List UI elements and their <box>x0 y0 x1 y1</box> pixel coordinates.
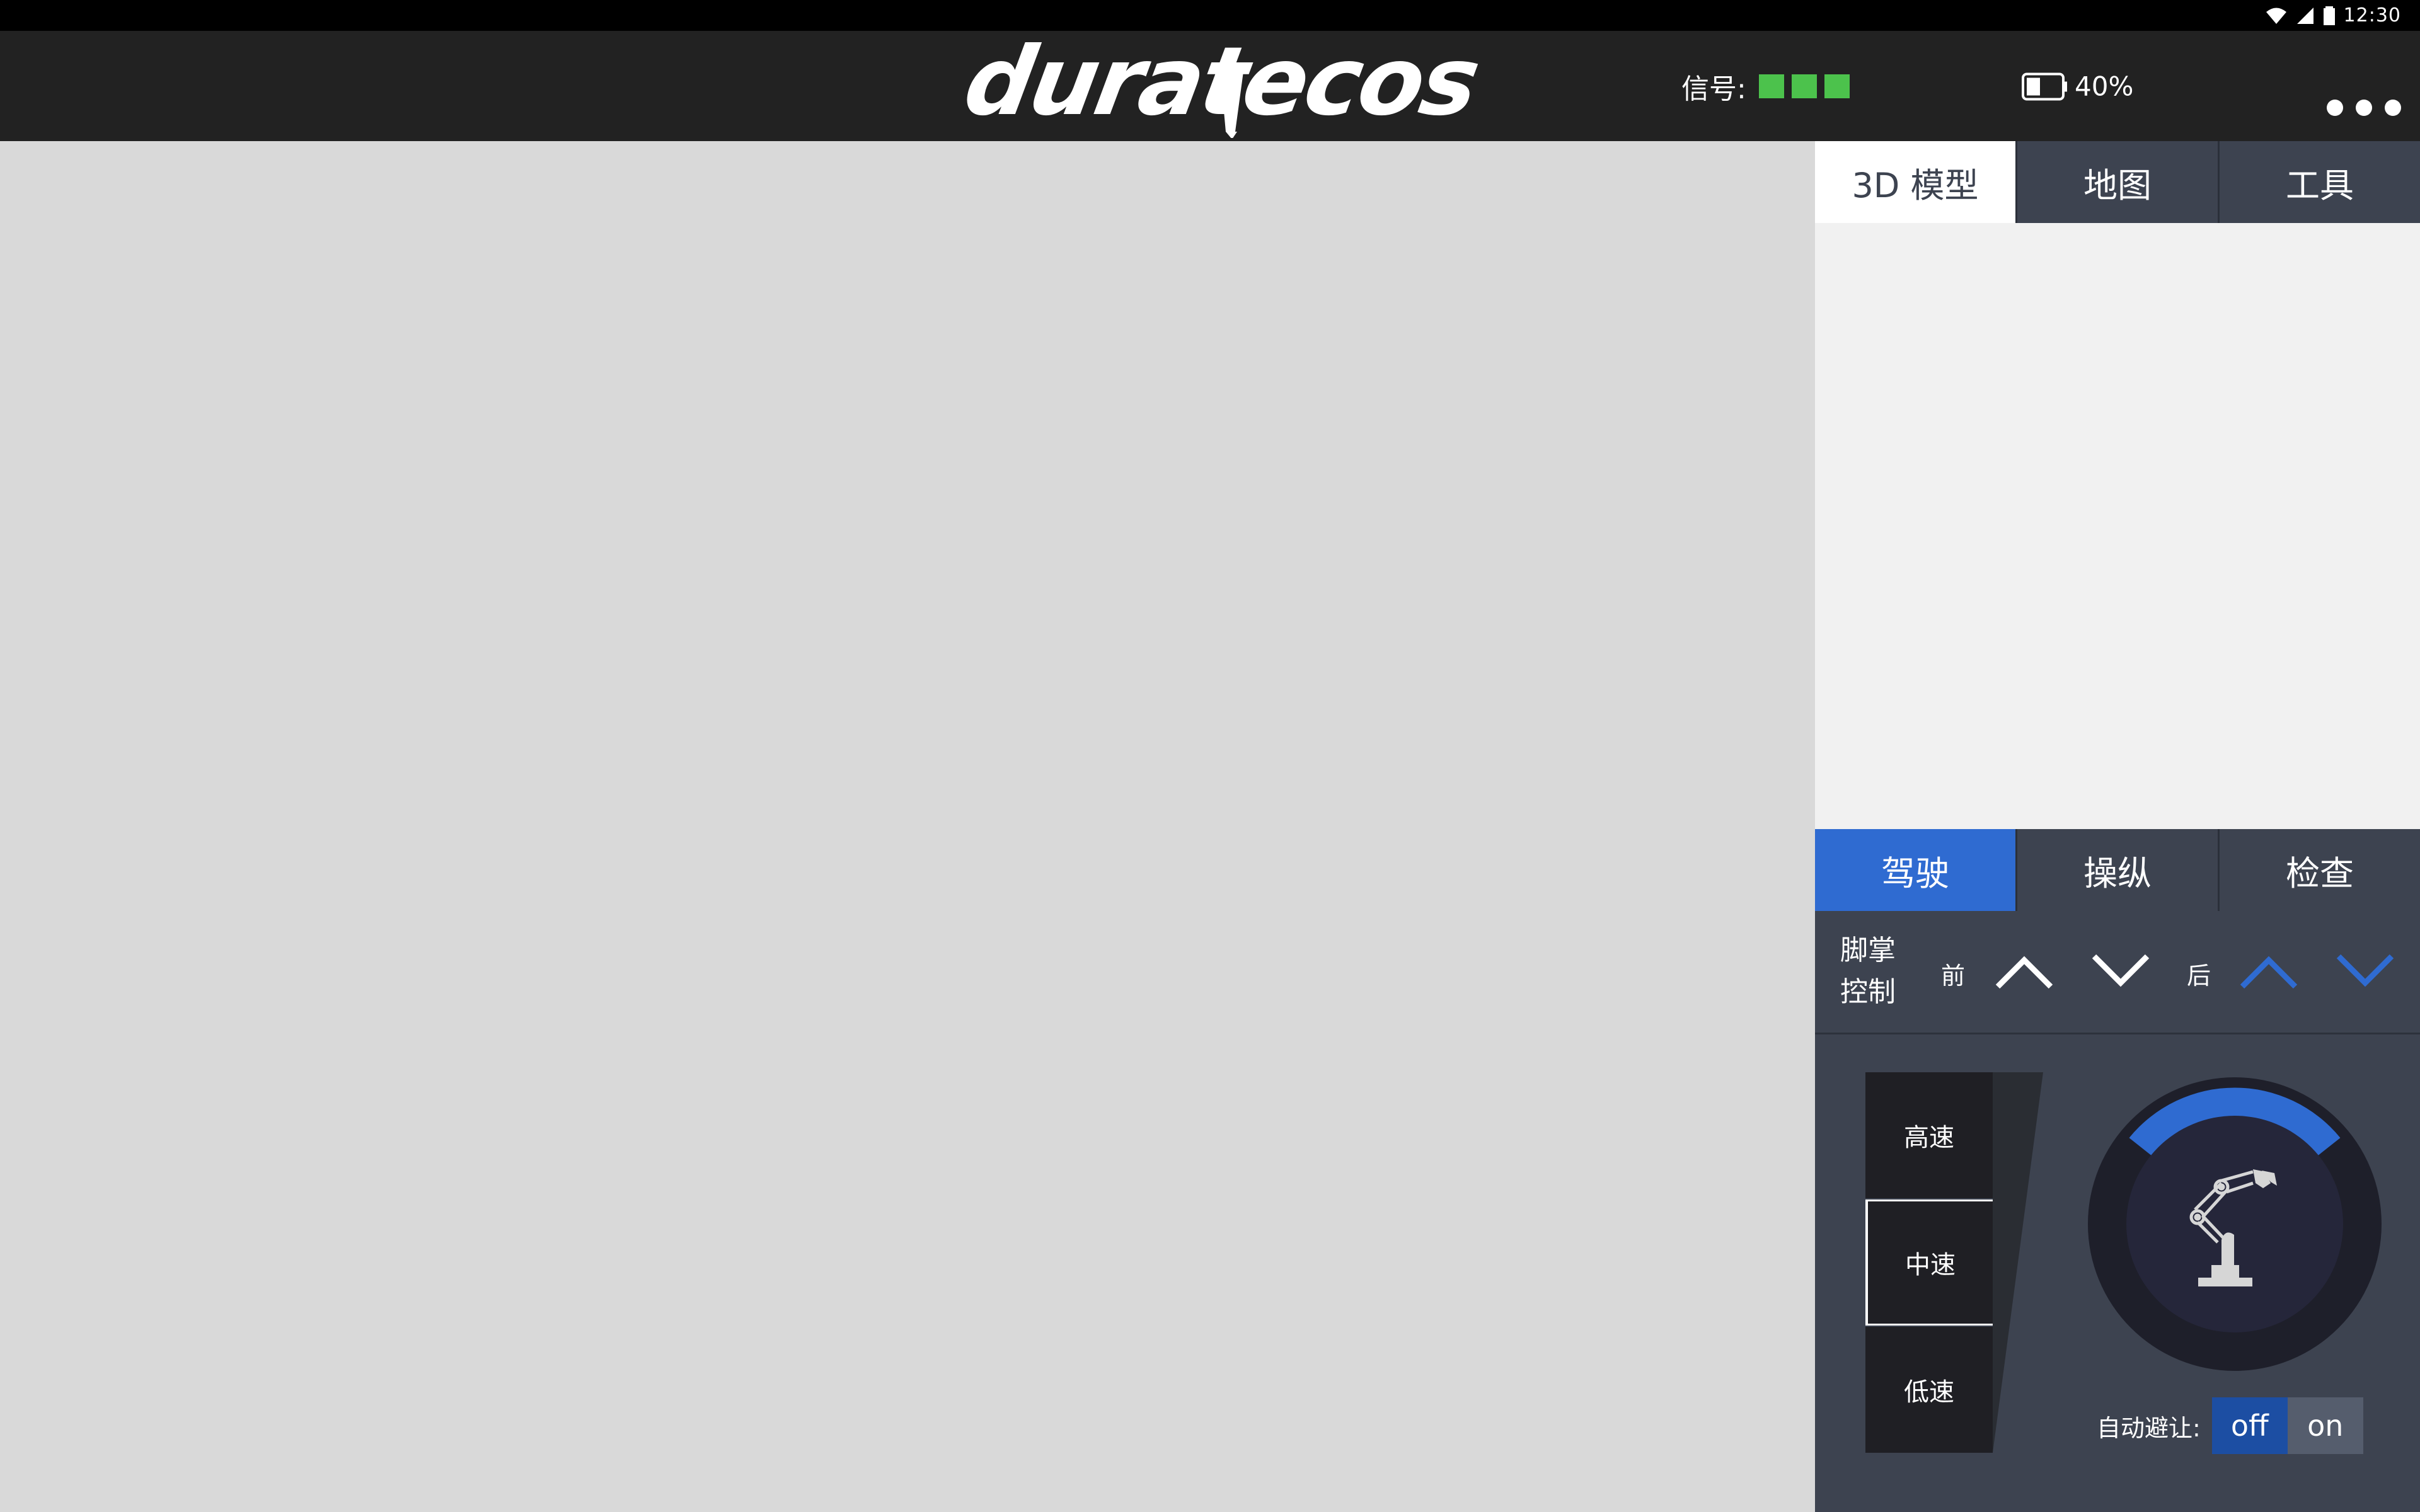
signal-bar-3 <box>1824 74 1850 98</box>
auto-avoid-off-option[interactable]: off <box>2211 1397 2288 1454</box>
speed-low-button[interactable]: 低速 <box>1865 1327 1993 1453</box>
duratecos-logo: duratecos <box>957 37 1484 138</box>
tab-manipulate[interactable]: 操纵 <box>2015 829 2218 911</box>
drive-control-area: 高速 中速 低速 自动避让: off on <box>1815 1034 2420 1512</box>
signal-label: 信号: <box>1681 73 1746 105</box>
cell-signal-icon <box>2296 7 2313 24</box>
tab-tools[interactable]: 工具 <box>2218 141 2420 223</box>
tab-inspect[interactable]: 检查 <box>2218 829 2420 911</box>
app-header: duratecos 信号: 40% <box>0 31 2420 141</box>
tab-map[interactable]: 地图 <box>2015 141 2218 223</box>
signal-bar-2 <box>1791 74 1817 98</box>
foot-control-title: 脚掌 控制 <box>1840 930 1896 1013</box>
speed-high-button[interactable]: 高速 <box>1865 1072 1993 1198</box>
battery-percent: 40% <box>2075 71 2134 102</box>
tab-drive[interactable]: 驾驶 <box>1815 829 2015 911</box>
main-viewport[interactable] <box>0 141 1815 1512</box>
signal-indicator: 信号: <box>1681 55 1850 118</box>
front-up-chevron-icon[interactable] <box>1993 951 2056 992</box>
front-label: 前 <box>1941 962 1966 990</box>
control-panel: 3D 模型 地图 工具 驾驶 操纵 检查 脚掌 控制 前 后 高速 中速 低速 … <box>1815 141 2420 1512</box>
auto-avoid-on-option[interactable]: on <box>2287 1397 2363 1454</box>
clock-time: 12:30 <box>2343 4 2401 26</box>
system-status-bar: 12:30 <box>0 0 2420 31</box>
view-tabs: 3D 模型 地图 工具 <box>1815 141 2420 223</box>
system-icons: 12:30 <box>2266 0 2401 31</box>
logo-text: duratecos <box>957 37 1484 137</box>
foot-control-title-line1: 脚掌 <box>1840 934 1896 966</box>
3d-model-view[interactable] <box>1815 223 2420 829</box>
back-up-chevron-icon[interactable] <box>2237 951 2300 992</box>
tab-3d-model[interactable]: 3D 模型 <box>1815 141 2015 223</box>
front-down-chevron-icon[interactable] <box>2089 951 2152 992</box>
drive-joystick-dial[interactable] <box>2088 1077 2382 1371</box>
signal-bar-1 <box>1758 74 1784 98</box>
more-dot-icon <box>2327 100 2343 116</box>
speed-selector: 高速 中速 低速 <box>1865 1072 1993 1453</box>
wifi-icon <box>2266 8 2286 24</box>
speed-medium-button[interactable]: 中速 <box>1865 1200 1993 1326</box>
auto-avoid-row: 自动避让: off on <box>2097 1397 2363 1454</box>
battery-indicator: 40% <box>2022 71 2133 102</box>
back-down-chevron-icon[interactable] <box>2334 951 2397 992</box>
foot-control-row: 脚掌 控制 前 后 <box>1815 911 2420 1034</box>
back-label: 后 <box>2187 962 2211 990</box>
mode-tabs: 驾驶 操纵 检查 <box>1815 829 2420 911</box>
auto-avoid-label: 自动避让: <box>2097 1414 2201 1442</box>
more-menu-button[interactable] <box>2327 100 2401 116</box>
speed-wedge-indicator <box>1993 1072 2043 1453</box>
more-dot-icon <box>2385 100 2401 116</box>
battery-status-icon <box>2323 6 2335 25</box>
more-dot-icon <box>2356 100 2372 116</box>
foot-control-title-line2: 控制 <box>1840 976 1896 1008</box>
app-root: 12:30 duratecos 信号: 40% 3D 模型 地图 工具 驾驶 操… <box>0 0 2420 1512</box>
auto-avoid-toggle[interactable]: off on <box>2211 1397 2363 1454</box>
battery-icon <box>2022 72 2067 100</box>
